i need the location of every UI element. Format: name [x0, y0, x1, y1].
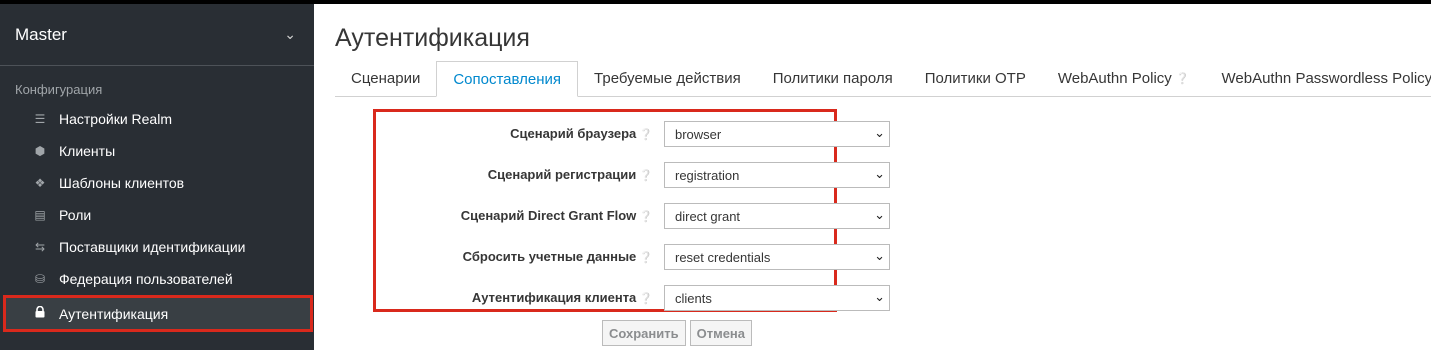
label-text: Сценарий регистрации	[487, 167, 637, 182]
cubes-icon: ❖	[34, 176, 46, 190]
label-text: Сбросить учетные данные	[462, 249, 637, 264]
question-circle-icon[interactable]: ❔	[639, 129, 653, 141]
tab-password-policy[interactable]: Политики пароля	[757, 61, 909, 96]
form-row-registration-flow: Сценарий регистрации ❔ registration ⌄	[376, 162, 890, 188]
select-value: registration	[675, 167, 740, 183]
tab-label: Сценарии	[351, 70, 421, 87]
sidebar-item-label: Шаблоны клиентов	[59, 175, 185, 191]
select-value: direct grant	[675, 208, 741, 224]
tab-otp-policy[interactable]: Политики OTP	[909, 61, 1042, 96]
reset-credentials-select[interactable]: reset credentials ⌄	[664, 244, 890, 270]
form-row-direct-grant-flow: Сценарий Direct Grant Flow ❔ direct grant…	[376, 203, 890, 229]
sidebar-item-client-templates[interactable]: ❖ Шаблоны клиентов	[0, 167, 314, 199]
form-row-client-authentication: Аутентификация клиента ❔ clients ⌄	[376, 285, 890, 311]
sidebar-item-roles[interactable]: ▤ Роли	[0, 199, 314, 231]
tab-label: Требуемые действия	[594, 70, 741, 87]
lock-icon	[31, 305, 49, 321]
sidebar-item-identity-providers[interactable]: ⇆ Поставщики идентификации	[0, 231, 314, 263]
tab-bindings[interactable]: Сопоставления	[436, 61, 579, 97]
form-label: Сбросить учетные данные ❔	[463, 249, 653, 264]
tab-label: Политики пароля	[772, 70, 893, 87]
sidebar-item-clients[interactable]: ⬢ Клиенты	[0, 135, 314, 167]
sidebar: Master ⌄ Конфигурация ☰ Настройки Realm …	[0, 4, 314, 350]
cube-icon: ⬢	[34, 144, 46, 158]
sidebar-item-label: Роли	[59, 207, 92, 223]
list-icon: ▤	[34, 208, 46, 222]
bindings-form-highlight: Сценарий браузера ❔ browser ⌄ Сценарий рег…	[373, 109, 890, 312]
question-circle-icon[interactable]: ❔	[639, 211, 653, 223]
tab-bar: Сценарии Сопоставления Требуемые действи…	[335, 61, 1431, 97]
sidebar-item-authentication[interactable]: Аутентификация	[3, 295, 313, 332]
form-label: Сценарий Direct Grant Flow ❔	[461, 208, 653, 223]
tab-required-actions[interactable]: Требуемые действия	[578, 61, 757, 96]
chevron-down-icon: ⌄	[874, 248, 885, 263]
select-value: clients	[675, 290, 712, 306]
direct-grant-flow-select[interactable]: direct grant ⌄	[664, 203, 890, 229]
main-content: Аутентификация Сценарии Сопоставления Тр…	[314, 4, 1431, 350]
chevron-down-icon: ⌄	[874, 207, 885, 222]
client-authentication-select[interactable]: clients ⌄	[664, 285, 890, 311]
tab-label: Политики OTP	[924, 70, 1026, 87]
select-value: browser	[675, 126, 722, 142]
sliders-icon: ☰	[34, 112, 46, 126]
sidebar-item-label: Аутентификация	[59, 305, 169, 322]
tab-label: WebAuthn Passwordless Policy	[1221, 70, 1431, 87]
sidebar-item-label: Федерация пользователей	[59, 271, 233, 287]
sidebar-item-label: Клиенты	[59, 143, 116, 159]
realm-selector[interactable]: Master ⌄	[0, 4, 314, 66]
sidebar-item-label: Настройки Realm	[59, 111, 172, 127]
label-text: Сценарий браузера	[510, 126, 637, 141]
label-text: Сценарий Direct Grant Flow	[460, 208, 637, 223]
database-icon: ⛁	[34, 272, 46, 286]
sidebar-item-realm-settings[interactable]: ☰ Настройки Realm	[0, 103, 314, 135]
exchange-icon: ⇆	[34, 240, 46, 254]
save-button[interactable]: Сохранить	[602, 320, 686, 346]
chevron-down-icon: ⌄	[874, 125, 885, 140]
chevron-down-icon: ⌄	[874, 166, 885, 181]
sidebar-item-user-federation[interactable]: ⛁ Федерация пользователей	[0, 263, 314, 295]
form-label: Сценарий регистрации ❔	[488, 167, 653, 182]
section-label-configuration: Конфигурация	[15, 82, 103, 97]
tab-label: Сопоставления	[453, 70, 562, 88]
question-circle-icon[interactable]: ❔	[639, 252, 653, 264]
tab-flows[interactable]: Сценарии	[335, 61, 436, 96]
chevron-down-icon: ⌄	[874, 289, 885, 304]
page-title: Аутентификация	[335, 24, 530, 52]
tab-webauthn-passwordless-policy[interactable]: WebAuthn Passwordless Policy❔	[1206, 61, 1431, 96]
chevron-down-icon: ⌄	[284, 26, 296, 42]
question-circle-icon[interactable]: ❔	[639, 170, 653, 182]
form-row-browser-flow: Сценарий браузера ❔ browser ⌄	[376, 121, 890, 147]
label-text: Аутентификация клиента	[471, 290, 637, 305]
form-buttons: Сохранить Отмена	[602, 320, 753, 346]
select-value: reset credentials	[675, 249, 771, 265]
question-circle-icon[interactable]: ❔	[639, 293, 653, 305]
form-label: Сценарий браузера ❔	[510, 126, 653, 141]
tab-webauthn-policy[interactable]: WebAuthn Policy ❔	[1042, 61, 1206, 96]
registration-flow-select[interactable]: registration ⌄	[664, 162, 890, 188]
form-label: Аутентификация клиента ❔	[472, 290, 653, 305]
form-row-reset-credentials: Сбросить учетные данные ❔ reset credentia…	[376, 244, 890, 270]
browser-flow-select[interactable]: browser ⌄	[664, 121, 890, 147]
sidebar-item-label: Поставщики идентификации	[59, 239, 246, 255]
question-circle-icon[interactable]: ❔	[1176, 72, 1190, 85]
cancel-button[interactable]: Отмена	[689, 320, 753, 346]
tab-label: WebAuthn Policy	[1057, 70, 1172, 87]
realm-name: Master	[15, 24, 67, 44]
